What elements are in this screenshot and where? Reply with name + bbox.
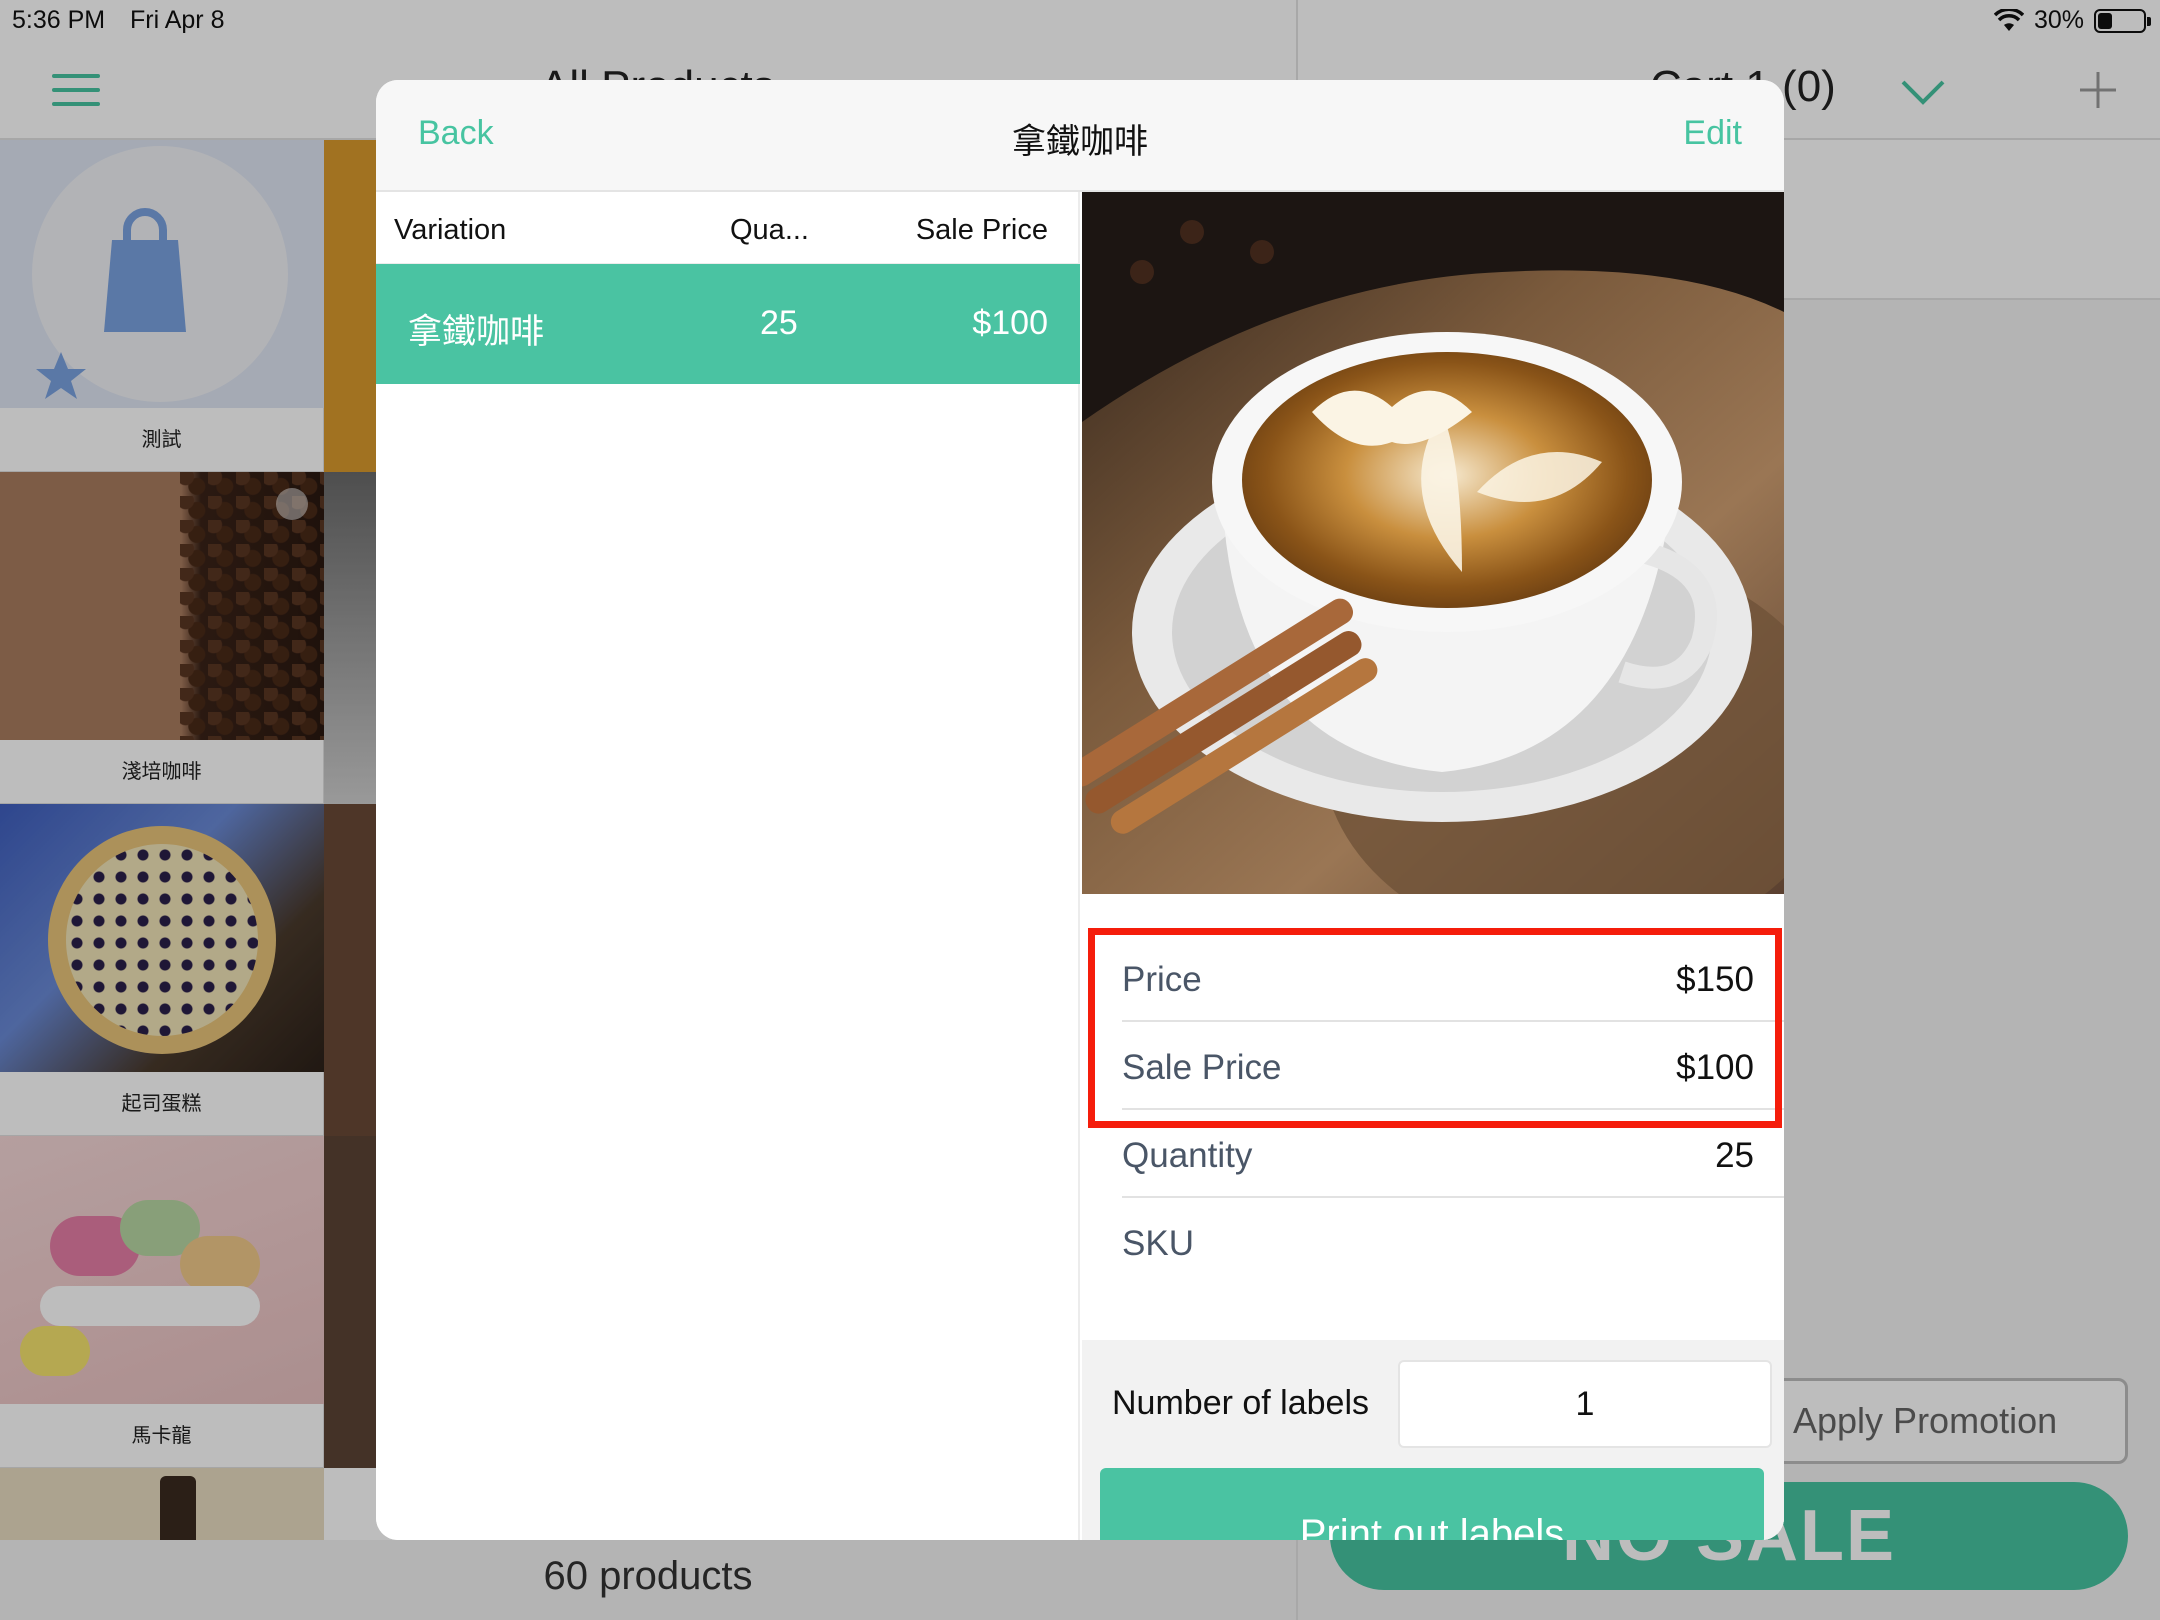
detail-value: $100 — [1676, 1048, 1754, 1087]
variation-quantity: 25 — [760, 304, 798, 342]
detail-row-sale-price: Sale Price $100 — [1082, 1022, 1784, 1110]
variation-detail: Price $150 Sale Price $100 Quantity 25 S… — [1082, 192, 1784, 1540]
detail-label: Quantity — [1122, 1136, 1253, 1175]
edit-button[interactable]: Edit — [1683, 114, 1742, 153]
product-detail-modal: Back 拿鐵咖啡 Edit Variation Qua... Sale Pri… — [376, 80, 1784, 1540]
product-photo — [1082, 192, 1784, 894]
detail-value: 25 — [1715, 1136, 1754, 1175]
detail-value: $150 — [1676, 960, 1754, 999]
column-sale-price: Sale Price — [915, 214, 1048, 246]
detail-row-quantity: Quantity 25 — [1082, 1110, 1784, 1198]
label-print-area: Number of labels Print out labels — [1082, 1340, 1784, 1540]
modal-header: Back 拿鐵咖啡 Edit — [376, 80, 1784, 192]
print-labels-button[interactable]: Print out labels — [1100, 1468, 1764, 1540]
column-variation: Variation — [394, 214, 507, 246]
detail-label: Sale Price — [1122, 1048, 1282, 1087]
variation-table-header: Variation Qua... Sale Price — [376, 192, 1080, 264]
detail-row-price: Price $150 — [1082, 934, 1784, 1022]
modal-title: 拿鐵咖啡 — [1012, 123, 1148, 161]
column-quantity: Qua... — [730, 214, 809, 246]
variation-name: 拿鐵咖啡 — [408, 313, 544, 351]
number-of-labels-input[interactable] — [1398, 1360, 1772, 1448]
number-of-labels-label: Number of labels — [1112, 1384, 1370, 1422]
detail-label: SKU — [1122, 1224, 1194, 1263]
price-detail-list: Price $150 Sale Price $100 Quantity 25 S… — [1082, 894, 1784, 1362]
detail-row-sku: SKU — [1082, 1198, 1784, 1286]
variation-sale-price: $100 — [972, 304, 1048, 342]
detail-label: Price — [1122, 960, 1202, 999]
variation-table: Variation Qua... Sale Price 拿鐵咖啡 25 $100 — [376, 192, 1080, 1540]
variation-row-selected[interactable]: 拿鐵咖啡 25 $100 — [376, 264, 1080, 384]
